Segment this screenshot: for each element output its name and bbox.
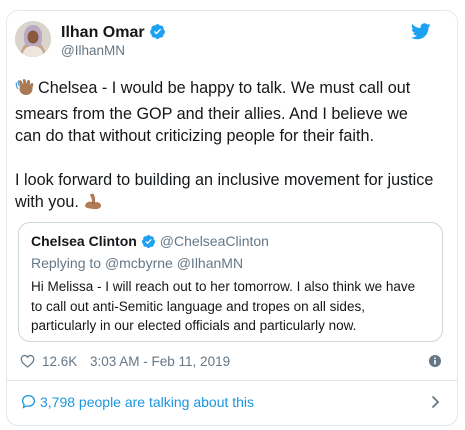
- tweet-header: Ilhan Omar @IlhanMN: [15, 21, 435, 61]
- verified-badge-icon: [149, 23, 166, 45]
- quoted-replying-to: Replying to @mcbyrne @IlhanMN: [31, 254, 430, 272]
- quoted-tweet[interactable]: Chelsea Clinton @ChelseaClinton Replying …: [18, 222, 443, 342]
- tweet-timestamp[interactable]: 3:03 AM - Feb 11, 2019: [90, 354, 230, 369]
- like-count[interactable]: 12.6K: [42, 354, 77, 369]
- author-name-text[interactable]: Ilhan Omar: [61, 24, 145, 41]
- chevron-right-icon[interactable]: [431, 395, 440, 412]
- quoted-tweet-text: Hi Melissa - I will reach out to her tom…: [31, 279, 416, 333]
- tweet-paragraph-2: I look forward to building an inclusive …: [15, 169, 435, 217]
- flexed-biceps-emoji: [83, 191, 103, 217]
- comment-bubble-icon: [21, 394, 36, 412]
- conversation-link[interactable]: 3,798 people are talking about this: [18, 390, 443, 412]
- info-icon[interactable]: [429, 355, 441, 370]
- quoted-verified-badge-icon: [141, 234, 156, 254]
- footer-divider: [7, 380, 457, 381]
- tweet-body: Chelsea - I would be happy to talk. We m…: [15, 77, 435, 217]
- waving-hand-emoji: [15, 77, 35, 103]
- quoted-tweet-header: Chelsea Clinton @ChelseaClinton: [31, 232, 430, 254]
- tweet-paragraph-1: Chelsea - I would be happy to talk. We m…: [15, 77, 435, 147]
- replying-mentions: @mcbyrne @IlhanMN: [104, 255, 244, 271]
- author-name[interactable]: Ilhan Omar: [61, 23, 166, 45]
- tweet-paragraph-2-text: I look forward to building an inclusive …: [15, 171, 434, 211]
- tweet-paragraph-1-text: Chelsea - I would be happy to talk. We m…: [15, 79, 411, 145]
- heart-icon[interactable]: [20, 354, 35, 371]
- twitter-bird-icon[interactable]: [410, 23, 431, 45]
- author-handle[interactable]: @IlhanMN: [61, 43, 125, 59]
- quoted-author-handle: @ChelseaClinton: [159, 233, 269, 249]
- tweet-meta: 12.6K 3:03 AM - Feb 11, 2019: [18, 350, 443, 372]
- talking-count-text[interactable]: 3,798 people are talking about this: [40, 394, 254, 410]
- quoted-author-name: Chelsea Clinton: [31, 233, 137, 249]
- replying-prefix: Replying to: [31, 255, 102, 271]
- author-avatar[interactable]: [15, 21, 51, 57]
